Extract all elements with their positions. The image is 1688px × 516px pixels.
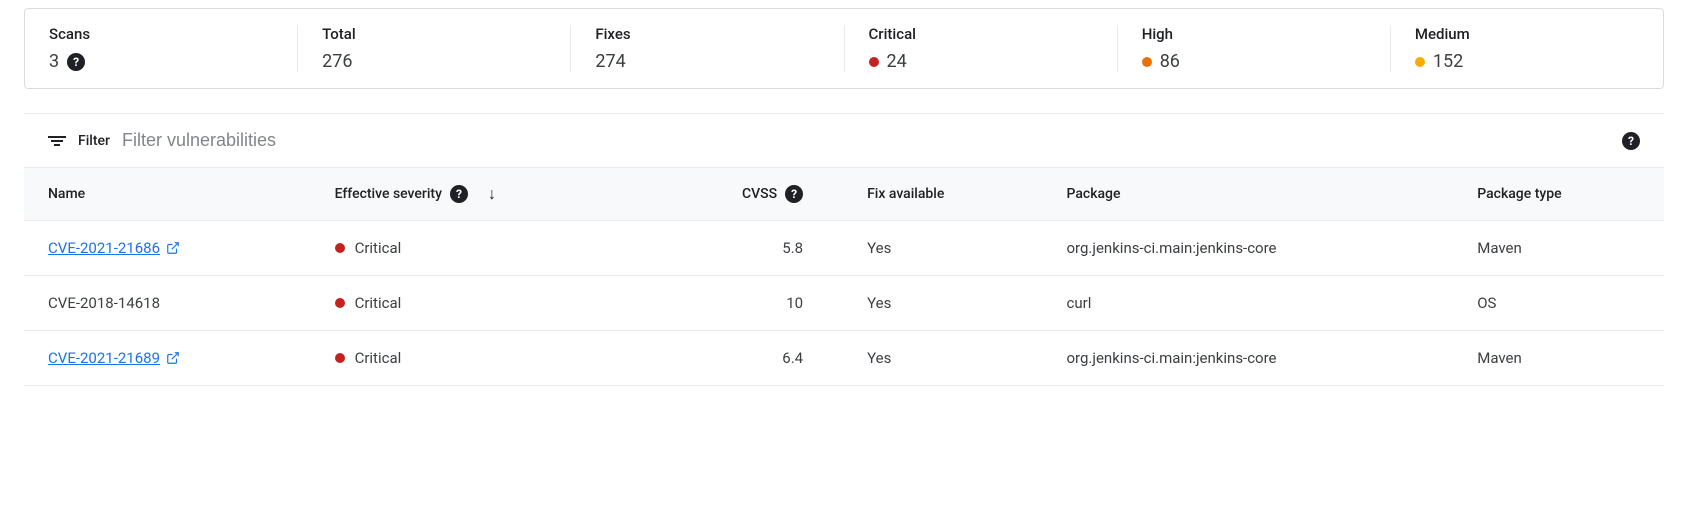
stat-scans: Scans 3 ?: [25, 25, 298, 72]
column-header-effective-severity[interactable]: Effective severity ? ↓: [311, 168, 644, 221]
severity-dot-icon: [869, 57, 879, 67]
vulnerability-link[interactable]: CVE-2021-21686: [48, 239, 180, 257]
table-row: CVE-2018-14618 Critical 10YescurlOS: [24, 276, 1664, 331]
column-header-fix-available[interactable]: Fix available: [843, 168, 1042, 221]
external-link-icon: [166, 241, 180, 255]
table-row: CVE-2021-21686 Critical 5.8Yesorg.jenkins-…: [24, 221, 1664, 276]
package-type-value: Maven: [1453, 221, 1664, 276]
stat-value: 276: [322, 51, 352, 72]
help-icon[interactable]: ?: [1622, 132, 1640, 150]
external-link-icon: [166, 351, 180, 365]
column-header-name[interactable]: Name: [24, 168, 311, 221]
filter-bar: Filter ?: [24, 114, 1664, 167]
vulnerability-table: Name Effective severity ? ↓ CVSS ? Fix a…: [24, 167, 1664, 386]
stat-value: 274: [595, 51, 625, 72]
stat-value: 86: [1160, 51, 1180, 72]
fix-available-value: Yes: [843, 276, 1042, 331]
column-header-package[interactable]: Package: [1043, 168, 1454, 221]
cvss-value: 6.4: [644, 331, 843, 386]
vulnerability-table-section: Filter ? Name Effective severity ? ↓ CVS…: [24, 113, 1664, 386]
sort-descending-icon: ↓: [488, 184, 496, 204]
table-row: CVE-2021-21689 Critical 6.4Yesorg.jenkins-…: [24, 331, 1664, 386]
stat-medium: Medium 152: [1391, 25, 1663, 72]
stat-value: 152: [1433, 51, 1463, 72]
stat-high: High 86: [1118, 25, 1391, 72]
stat-label: High: [1142, 25, 1366, 43]
stat-fixes: Fixes 274: [571, 25, 844, 72]
cvss-value: 5.8: [644, 221, 843, 276]
filter-input[interactable]: [122, 126, 1610, 155]
help-icon[interactable]: ?: [67, 53, 85, 71]
package-value: curl: [1043, 276, 1454, 331]
help-icon[interactable]: ?: [785, 185, 803, 203]
severity-cell: Critical: [335, 349, 402, 367]
filter-label: Filter: [78, 133, 110, 149]
severity-cell: Critical: [335, 294, 402, 312]
column-header-cvss[interactable]: CVSS ?: [644, 168, 843, 221]
stat-value: 3: [49, 51, 59, 72]
stat-total: Total 276: [298, 25, 571, 72]
stat-label: Medium: [1415, 25, 1639, 43]
severity-dot-icon: [335, 353, 345, 363]
stat-label: Total: [322, 25, 546, 43]
stat-critical: Critical 24: [845, 25, 1118, 72]
fix-available-value: Yes: [843, 331, 1042, 386]
fix-available-value: Yes: [843, 221, 1042, 276]
table-header-row: Name Effective severity ? ↓ CVSS ? Fix a…: [24, 168, 1664, 221]
cvss-value: 10: [644, 276, 843, 331]
package-value: org.jenkins-ci.main:jenkins-core: [1043, 331, 1454, 386]
vulnerability-link[interactable]: CVE-2021-21689: [48, 349, 180, 367]
stat-label: Scans: [49, 25, 273, 43]
severity-dot-icon: [335, 243, 345, 253]
severity-cell: Critical: [335, 239, 402, 257]
stat-label: Fixes: [595, 25, 819, 43]
help-icon[interactable]: ?: [450, 185, 468, 203]
column-header-package-type[interactable]: Package type: [1453, 168, 1664, 221]
stats-summary-card: Scans 3 ? Total 276 Fixes 274 Critical 2…: [24, 8, 1664, 89]
stat-label: Critical: [869, 25, 1093, 43]
filter-icon: [48, 132, 66, 150]
vulnerability-name: CVE-2018-14618: [48, 294, 160, 312]
package-type-value: OS: [1453, 276, 1664, 331]
severity-dot-icon: [1142, 57, 1152, 67]
package-type-value: Maven: [1453, 331, 1664, 386]
severity-dot-icon: [1415, 57, 1425, 67]
stat-value: 24: [887, 51, 907, 72]
package-value: org.jenkins-ci.main:jenkins-core: [1043, 221, 1454, 276]
severity-dot-icon: [335, 298, 345, 308]
